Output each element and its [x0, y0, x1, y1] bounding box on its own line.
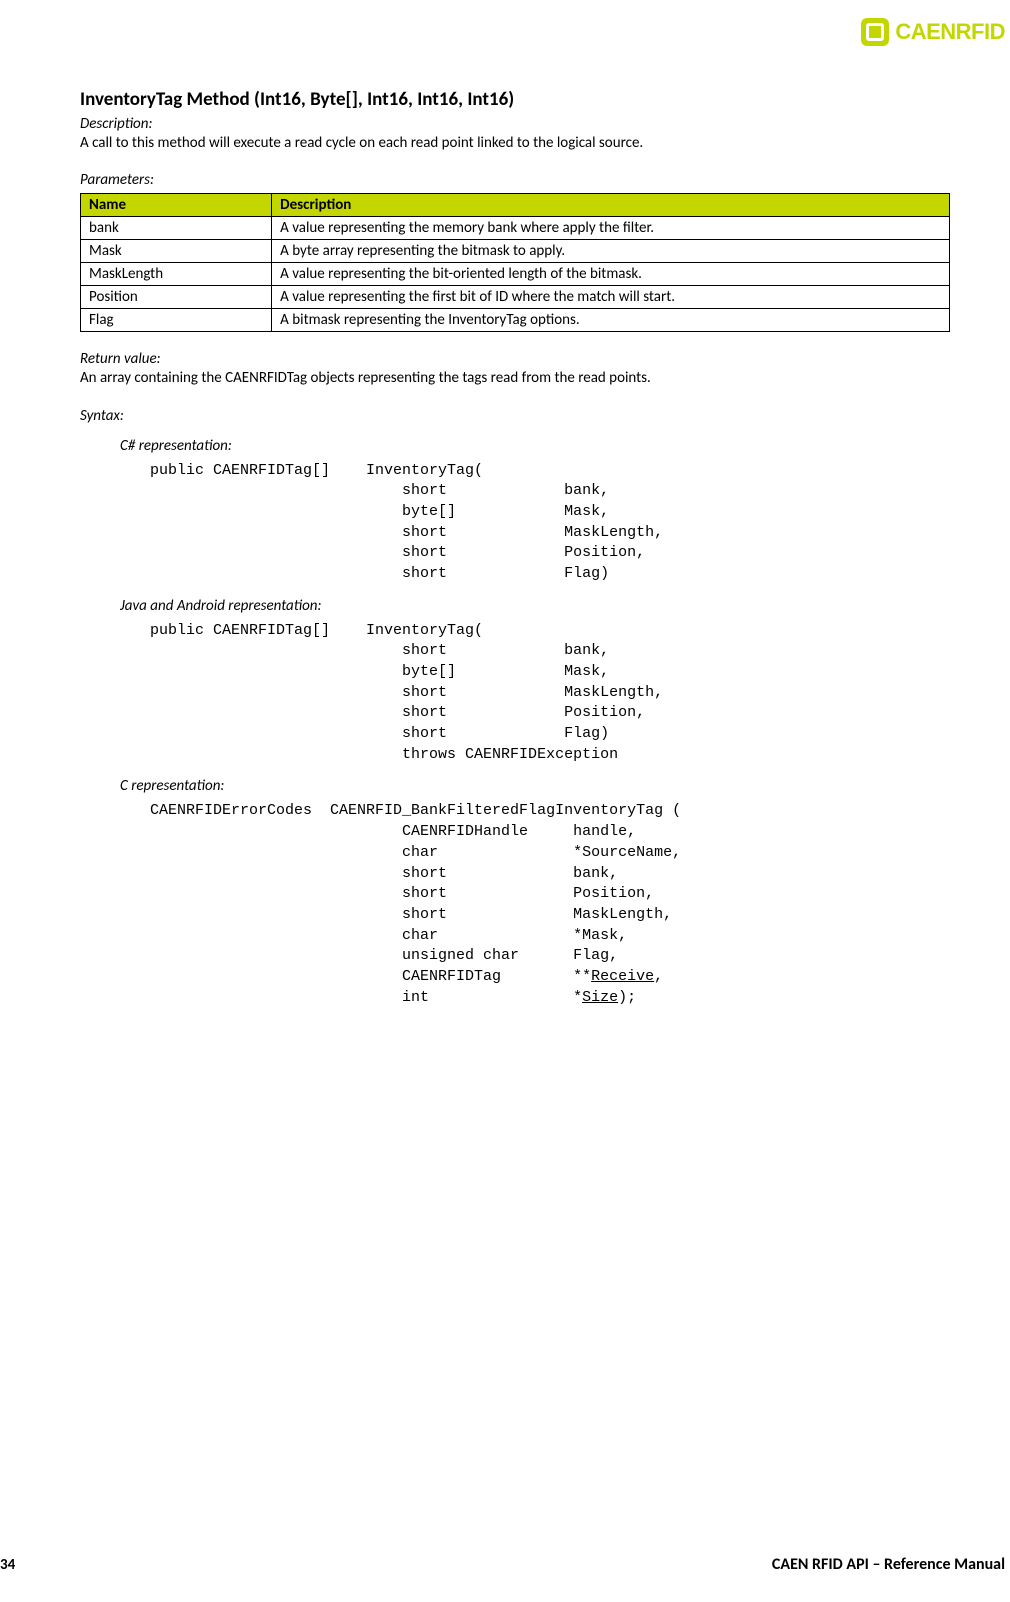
brand-logo: CAENRFID: [861, 18, 1005, 46]
header-name: Name: [81, 194, 272, 217]
parameters-label: Parameters:: [80, 171, 950, 189]
page-number: 34: [0, 1556, 15, 1574]
param-desc: A bitmask representing the InventoryTag …: [272, 309, 950, 332]
table-row: bank A value representing the memory ban…: [81, 217, 950, 240]
header-desc: Description: [272, 194, 950, 217]
param-name: MaskLength: [81, 263, 272, 286]
table-row: Position A value representing the first …: [81, 286, 950, 309]
param-name: Mask: [81, 240, 272, 263]
param-desc: A value representing the memory bank whe…: [272, 217, 950, 240]
logo-icon: [861, 18, 889, 46]
param-desc: A value representing the first bit of ID…: [272, 286, 950, 309]
c-code-underline: Size: [582, 989, 618, 1006]
table-row: MaskLength A value representing the bit-…: [81, 263, 950, 286]
c-code: CAENRFIDErrorCodes CAENRFID_BankFiltered…: [150, 801, 950, 1008]
c-label: C representation:: [120, 777, 950, 795]
logo-text: CAENRFID: [895, 19, 1005, 45]
parameters-table: Name Description bank A value representi…: [80, 193, 950, 332]
table-row: Mask A byte array representing the bitma…: [81, 240, 950, 263]
csharp-label: C# representation:: [120, 437, 950, 455]
c-code-end: );: [618, 989, 636, 1006]
java-code: public CAENRFIDTag[] InventoryTag( short…: [150, 621, 950, 766]
param-desc: A value representing the bit-oriented le…: [272, 263, 950, 286]
csharp-code: public CAENRFIDTag[] InventoryTag( short…: [150, 461, 950, 585]
page-footer: 34 CAEN RFID API – Reference Manual: [0, 1555, 1010, 1574]
method-heading: InventoryTag Method (Int16, Byte[], Int1…: [80, 88, 950, 111]
c-code-pre: CAENRFIDErrorCodes CAENRFID_BankFiltered…: [150, 802, 681, 985]
table-row: Flag A bitmask representing the Inventor…: [81, 309, 950, 332]
param-name: bank: [81, 217, 272, 240]
param-name: Flag: [81, 309, 272, 332]
c-code-underline: Receive: [591, 968, 654, 985]
table-header-row: Name Description: [81, 194, 950, 217]
description-label: Description:: [80, 115, 950, 133]
footer-title: CAEN RFID API – Reference Manual: [772, 1555, 1005, 1574]
description-text: A call to this method will execute a rea…: [80, 133, 950, 153]
param-desc: A byte array representing the bitmask to…: [272, 240, 950, 263]
return-label: Return value:: [80, 350, 950, 368]
return-text: An array containing the CAENRFIDTag obje…: [80, 368, 950, 388]
param-name: Position: [81, 286, 272, 309]
syntax-label: Syntax:: [80, 407, 950, 425]
java-label: Java and Android representation:: [120, 597, 950, 615]
page-content: InventoryTag Method (Int16, Byte[], Int1…: [80, 88, 950, 1008]
